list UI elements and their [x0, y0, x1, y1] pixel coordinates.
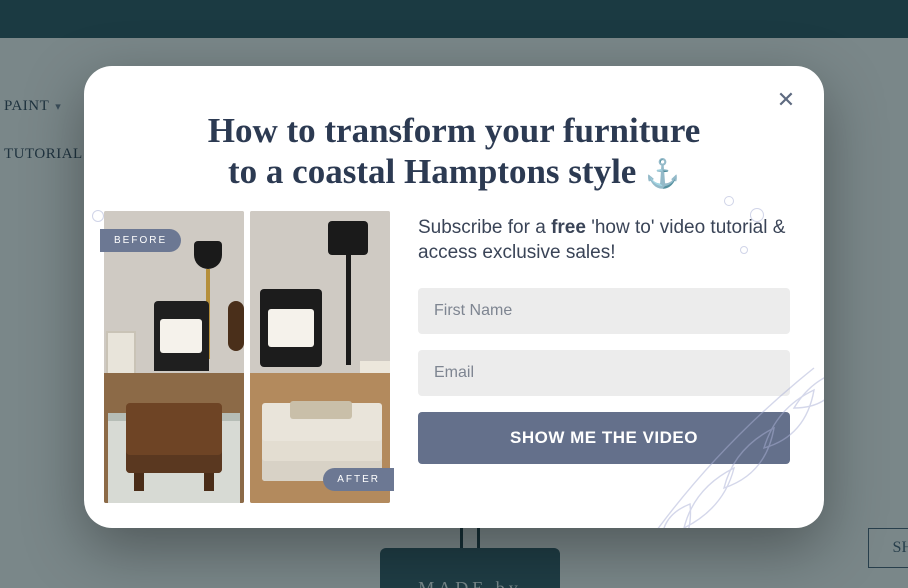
subscribe-modal: ✕ How to transform your furniture to a c… [84, 66, 824, 528]
before-badge: BEFORE [100, 229, 181, 252]
decorative-circle [724, 196, 734, 206]
form-copy-bold: free [551, 217, 586, 238]
after-badge: AFTER [323, 468, 394, 491]
modal-title-line: How to transform your furniture [208, 111, 701, 150]
close-button[interactable]: ✕ [772, 86, 800, 114]
modal-title-line: to a coastal Hamptons style [228, 152, 636, 191]
after-image [250, 211, 390, 503]
anchor-icon: ⚓ [645, 159, 680, 190]
modal-title: How to transform your furniture to a coa… [144, 110, 764, 193]
form-copy: Subscribe for a free 'how to' video tuto… [418, 215, 790, 266]
decorative-circle [92, 210, 104, 222]
decorative-leaves [594, 308, 824, 528]
before-image [104, 211, 244, 503]
decorative-circle [740, 246, 748, 254]
decorative-circle [750, 208, 764, 222]
form-copy-text: Subscribe for a [418, 217, 551, 238]
close-icon: ✕ [777, 87, 795, 113]
before-after-images: BEFORE AFTER [104, 211, 390, 503]
